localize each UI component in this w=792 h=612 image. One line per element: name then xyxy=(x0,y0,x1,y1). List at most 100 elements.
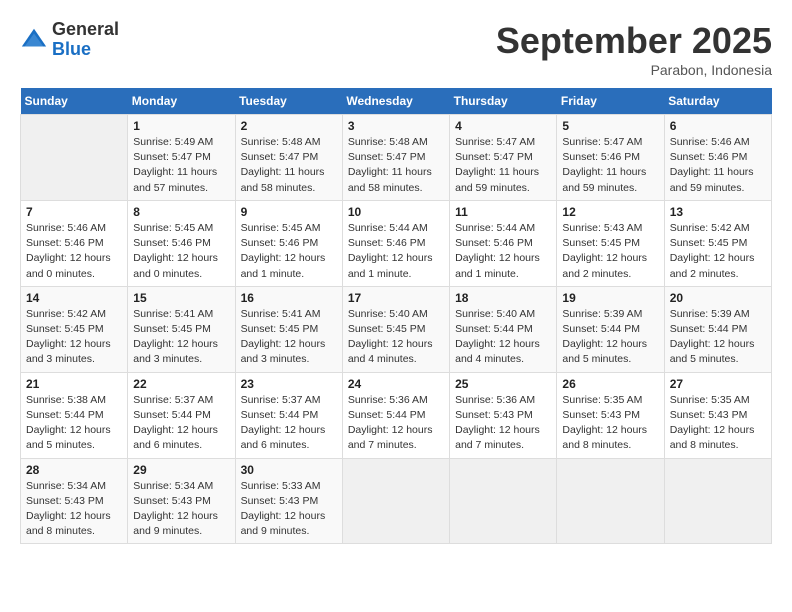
day-info: Sunrise: 5:39 AMSunset: 5:44 PMDaylight:… xyxy=(562,307,658,368)
header-thursday: Thursday xyxy=(450,88,557,115)
calendar-cell: 3Sunrise: 5:48 AMSunset: 5:47 PMDaylight… xyxy=(342,115,449,201)
day-info: Sunrise: 5:37 AMSunset: 5:44 PMDaylight:… xyxy=(241,393,337,454)
day-info: Sunrise: 5:43 AMSunset: 5:45 PMDaylight:… xyxy=(562,221,658,282)
day-info: Sunrise: 5:34 AMSunset: 5:43 PMDaylight:… xyxy=(26,479,122,540)
calendar-cell: 8Sunrise: 5:45 AMSunset: 5:46 PMDaylight… xyxy=(128,200,235,286)
day-number: 20 xyxy=(670,291,766,305)
day-number: 22 xyxy=(133,377,229,391)
week-row: 28 Sunrise: 5:34 AMSunset: 5:43 PMDayligh… xyxy=(21,458,772,544)
day-info: Sunrise: 5:45 AMSunset: 5:46 PMDaylight:… xyxy=(241,221,337,282)
page-header: General Blue September 2025 Parabon, Ind… xyxy=(20,20,772,78)
day-number: 19 xyxy=(562,291,658,305)
calendar-cell: 4Sunrise: 5:47 AMSunset: 5:47 PMDaylight… xyxy=(450,115,557,201)
calendar-table: SundayMondayTuesdayWednesdayThursdayFrid… xyxy=(20,88,772,544)
day-number: 14 xyxy=(26,291,122,305)
calendar-cell: 14 Sunrise: 5:42 AMSunset: 5:45 PMDayligh… xyxy=(21,286,128,372)
day-number: 8 xyxy=(133,205,229,219)
day-number: 2 xyxy=(241,119,337,133)
day-number: 18 xyxy=(455,291,551,305)
logo-icon xyxy=(20,26,48,54)
day-info: Sunrise: 5:35 AMSunset: 5:43 PMDaylight:… xyxy=(670,393,766,454)
month-title: September 2025 xyxy=(496,20,772,62)
day-number: 17 xyxy=(348,291,444,305)
day-info: Sunrise: 5:47 AMSunset: 5:46 PMDaylight:… xyxy=(562,135,658,196)
day-info: Sunrise: 5:41 AMSunset: 5:45 PMDaylight:… xyxy=(241,307,337,368)
day-info: Sunrise: 5:34 AMSunset: 5:43 PMDaylight:… xyxy=(133,479,229,540)
day-info: Sunrise: 5:48 AMSunset: 5:47 PMDaylight:… xyxy=(241,135,337,196)
calendar-cell: 15 Sunrise: 5:41 AMSunset: 5:45 PMDayligh… xyxy=(128,286,235,372)
header-friday: Friday xyxy=(557,88,664,115)
day-info: Sunrise: 5:47 AMSunset: 5:47 PMDaylight:… xyxy=(455,135,551,196)
calendar-cell xyxy=(450,458,557,544)
location-subtitle: Parabon, Indonesia xyxy=(496,62,772,78)
calendar-cell xyxy=(664,458,771,544)
calendar-cell: 20Sunrise: 5:39 AMSunset: 5:44 PMDayligh… xyxy=(664,286,771,372)
calendar-cell: 30 Sunrise: 5:33 AMSunset: 5:43 PMDayligh… xyxy=(235,458,342,544)
day-info: Sunrise: 5:44 AMSunset: 5:46 PMDaylight:… xyxy=(348,221,444,282)
day-number: 21 xyxy=(26,377,122,391)
day-number: 30 xyxy=(241,463,337,477)
day-number: 9 xyxy=(241,205,337,219)
calendar-cell: 23 Sunrise: 5:37 AMSunset: 5:44 PMDayligh… xyxy=(235,372,342,458)
header-row: SundayMondayTuesdayWednesdayThursdayFrid… xyxy=(21,88,772,115)
logo-text: General Blue xyxy=(52,20,119,60)
calendar-cell: 9 Sunrise: 5:45 AMSunset: 5:46 PMDaylight… xyxy=(235,200,342,286)
header-monday: Monday xyxy=(128,88,235,115)
calendar-cell xyxy=(21,115,128,201)
day-number: 27 xyxy=(670,377,766,391)
calendar-cell: 12 Sunrise: 5:43 AMSunset: 5:45 PMDayligh… xyxy=(557,200,664,286)
calendar-cell: 10 Sunrise: 5:44 AMSunset: 5:46 PMDayligh… xyxy=(342,200,449,286)
day-info: Sunrise: 5:49 AMSunset: 5:47 PMDaylight:… xyxy=(133,135,229,196)
calendar-cell: 24Sunrise: 5:36 AMSunset: 5:44 PMDayligh… xyxy=(342,372,449,458)
header-wednesday: Wednesday xyxy=(342,88,449,115)
logo-blue: Blue xyxy=(52,40,119,60)
calendar-cell: 16 Sunrise: 5:41 AMSunset: 5:45 PMDayligh… xyxy=(235,286,342,372)
day-info: Sunrise: 5:35 AMSunset: 5:43 PMDaylight:… xyxy=(562,393,658,454)
day-number: 5 xyxy=(562,119,658,133)
calendar-cell xyxy=(557,458,664,544)
day-number: 1 xyxy=(133,119,229,133)
day-number: 15 xyxy=(133,291,229,305)
calendar-cell: 13Sunrise: 5:42 AMSunset: 5:45 PMDayligh… xyxy=(664,200,771,286)
day-info: Sunrise: 5:48 AMSunset: 5:47 PMDaylight:… xyxy=(348,135,444,196)
calendar-cell: 21 Sunrise: 5:38 AMSunset: 5:44 PMDayligh… xyxy=(21,372,128,458)
calendar-cell: 6Sunrise: 5:46 AMSunset: 5:46 PMDaylight… xyxy=(664,115,771,201)
calendar-cell: 22Sunrise: 5:37 AMSunset: 5:44 PMDayligh… xyxy=(128,372,235,458)
calendar-cell: 27 Sunrise: 5:35 AMSunset: 5:43 PMDayligh… xyxy=(664,372,771,458)
week-row: 14 Sunrise: 5:42 AMSunset: 5:45 PMDayligh… xyxy=(21,286,772,372)
day-info: Sunrise: 5:40 AMSunset: 5:44 PMDaylight:… xyxy=(455,307,551,368)
day-number: 28 xyxy=(26,463,122,477)
calendar-cell: 25Sunrise: 5:36 AMSunset: 5:43 PMDayligh… xyxy=(450,372,557,458)
day-number: 16 xyxy=(241,291,337,305)
day-number: 26 xyxy=(562,377,658,391)
week-row: 21 Sunrise: 5:38 AMSunset: 5:44 PMDayligh… xyxy=(21,372,772,458)
calendar-cell: 2 Sunrise: 5:48 AMSunset: 5:47 PMDaylight… xyxy=(235,115,342,201)
calendar-cell xyxy=(342,458,449,544)
calendar-cell: 18 Sunrise: 5:40 AMSunset: 5:44 PMDayligh… xyxy=(450,286,557,372)
day-info: Sunrise: 5:36 AMSunset: 5:43 PMDaylight:… xyxy=(455,393,551,454)
day-number: 6 xyxy=(670,119,766,133)
day-number: 23 xyxy=(241,377,337,391)
calendar-cell: 28 Sunrise: 5:34 AMSunset: 5:43 PMDayligh… xyxy=(21,458,128,544)
day-info: Sunrise: 5:36 AMSunset: 5:44 PMDaylight:… xyxy=(348,393,444,454)
day-number: 12 xyxy=(562,205,658,219)
calendar-cell: 11 Sunrise: 5:44 AMSunset: 5:46 PMDayligh… xyxy=(450,200,557,286)
day-info: Sunrise: 5:41 AMSunset: 5:45 PMDaylight:… xyxy=(133,307,229,368)
day-number: 11 xyxy=(455,205,551,219)
calendar-cell: 19 Sunrise: 5:39 AMSunset: 5:44 PMDayligh… xyxy=(557,286,664,372)
day-number: 10 xyxy=(348,205,444,219)
day-info: Sunrise: 5:44 AMSunset: 5:46 PMDaylight:… xyxy=(455,221,551,282)
day-info: Sunrise: 5:46 AMSunset: 5:46 PMDaylight:… xyxy=(26,221,122,282)
day-number: 13 xyxy=(670,205,766,219)
calendar-cell: 7 Sunrise: 5:46 AMSunset: 5:46 PMDaylight… xyxy=(21,200,128,286)
day-number: 7 xyxy=(26,205,122,219)
day-info: Sunrise: 5:40 AMSunset: 5:45 PMDaylight:… xyxy=(348,307,444,368)
week-row: 1 Sunrise: 5:49 AMSunset: 5:47 PMDaylight… xyxy=(21,115,772,201)
calendar-cell: 1 Sunrise: 5:49 AMSunset: 5:47 PMDaylight… xyxy=(128,115,235,201)
day-number: 29 xyxy=(133,463,229,477)
calendar-cell: 5 Sunrise: 5:47 AMSunset: 5:46 PMDaylight… xyxy=(557,115,664,201)
day-info: Sunrise: 5:38 AMSunset: 5:44 PMDaylight:… xyxy=(26,393,122,454)
day-info: Sunrise: 5:33 AMSunset: 5:43 PMDaylight:… xyxy=(241,479,337,540)
day-info: Sunrise: 5:42 AMSunset: 5:45 PMDaylight:… xyxy=(26,307,122,368)
calendar-cell: 17 Sunrise: 5:40 AMSunset: 5:45 PMDayligh… xyxy=(342,286,449,372)
